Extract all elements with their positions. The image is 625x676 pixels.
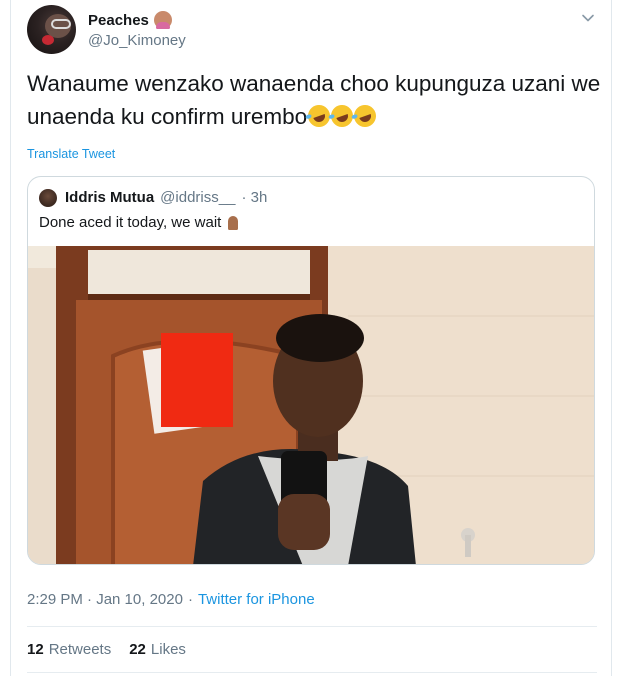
- tweet-body: Wanaume wenzako wanaenda choo kupunguza …: [27, 67, 602, 133]
- quoted-tweet-photo[interactable]: [28, 246, 595, 565]
- quoted-tweet-header: Iddris Mutua @iddriss__ · 3h: [65, 189, 267, 206]
- woman-tipping-hand-emoji-icon: [153, 11, 172, 29]
- quoted-tweet-text-row: Done aced it today, we wait: [39, 214, 241, 231]
- divider-bottom: [27, 672, 597, 673]
- author-avatar[interactable]: [27, 5, 76, 54]
- tweet-meta: 2:29 PM · Jan 10, 2020 · Twitter for iPh…: [27, 591, 315, 608]
- engagement-stats: 12 Retweets 22 Likes: [27, 641, 186, 658]
- author-handle[interactable]: @Jo_Kimoney: [88, 32, 186, 49]
- divider-top: [27, 626, 597, 627]
- rolling-on-floor-laughing-emoji-icon: [351, 101, 380, 131]
- quoted-author-name: Iddris Mutua: [65, 189, 155, 206]
- quoted-author-avatar: [39, 189, 57, 207]
- quoted-author-handle: @iddriss__: [160, 189, 236, 206]
- likes-count: 22: [129, 641, 146, 658]
- retweets-count: 12: [27, 641, 44, 658]
- tweet-source-link[interactable]: Twitter for iPhone: [198, 591, 315, 608]
- quoted-tweet-card[interactable]: Iddris Mutua @iddriss__ · 3h Done aced i…: [27, 176, 595, 565]
- retweets-stat[interactable]: 12 Retweets: [27, 641, 111, 658]
- avatar-glasses: [51, 19, 71, 29]
- tweet-timestamp[interactable]: 2:29 PM · Jan 10, 2020: [27, 591, 183, 608]
- retweets-label: Retweets: [48, 641, 112, 658]
- meta-separator: ·: [187, 591, 193, 608]
- quoted-tweet-time: · 3h: [241, 189, 268, 206]
- folded-hands-emoji-icon: [225, 215, 241, 231]
- avatar-lips: [42, 35, 54, 45]
- author-name-text[interactable]: Peaches: [88, 12, 149, 29]
- author-display-name[interactable]: Peaches: [88, 11, 172, 29]
- timeline-border-left: [10, 0, 11, 676]
- translate-tweet-link[interactable]: Translate Tweet: [27, 147, 115, 161]
- chevron-down-icon[interactable]: [580, 10, 596, 26]
- likes-stat[interactable]: 22 Likes: [129, 641, 186, 658]
- likes-label: Likes: [150, 641, 186, 658]
- timeline-border-right: [611, 0, 612, 676]
- quoted-tweet-text: Done aced it today, we wait: [39, 214, 222, 231]
